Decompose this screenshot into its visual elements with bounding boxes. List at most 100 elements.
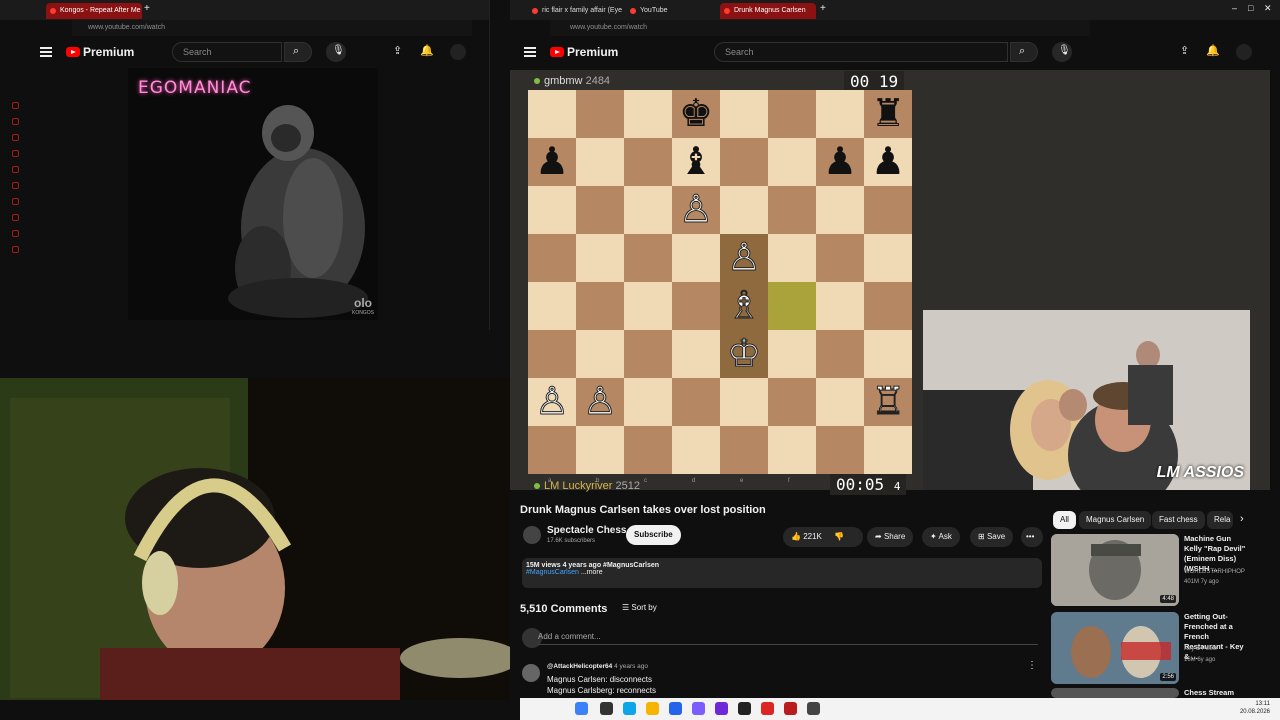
sidebar-icon[interactable] [12,102,19,109]
square-f1[interactable] [768,426,816,474]
sort-button[interactable]: ☰ Sort by [622,603,657,612]
more-link[interactable]: ...more [581,569,603,576]
square-a5[interactable] [528,234,576,282]
square-c3[interactable] [624,330,672,378]
commenter-avatar[interactable] [522,664,540,682]
description-box[interactable]: 15M views 4 years ago #MagnusCarlsen #Ma… [522,558,1042,588]
square-b4[interactable] [576,282,624,330]
square-h3[interactable] [864,330,912,378]
square-h6[interactable] [864,186,912,234]
avatar[interactable] [450,44,466,60]
like-icon[interactable]: 👍 [791,532,801,541]
chip-rela[interactable]: Rela [1207,511,1233,529]
chip-all[interactable]: All [1053,511,1076,529]
comment-author[interactable]: @AttackHelicopter64 4 years ago [547,663,648,670]
like-count[interactable]: 221K [803,532,822,541]
create-icon[interactable]: ⇪ [393,44,402,57]
opera-gx-icon[interactable] [784,702,797,715]
chess-piece-b2[interactable]: ♙ [576,378,624,426]
hamburger-menu-icon[interactable] [524,47,536,57]
square-g1[interactable] [816,426,864,474]
square-c6[interactable] [624,186,672,234]
hamburger-menu-icon[interactable] [40,47,52,57]
square-d5[interactable] [672,234,720,282]
channel-avatar[interactable] [523,526,541,544]
chip-fast-chess[interactable]: Fast chess [1152,511,1205,529]
clock[interactable]: 13:11 20.08.2026 [1240,700,1270,716]
square-f5[interactable] [768,234,816,282]
address-bar[interactable]: www.youtube.com/watch [72,20,472,36]
square-d4[interactable] [672,282,720,330]
square-b6[interactable] [576,186,624,234]
create-icon[interactable]: ⇪ [1180,44,1189,57]
recommendation-2[interactable]: 2:56 Getting Out-Frenched at a French Re… [1051,612,1251,686]
minimize-icon[interactable]: – [1232,3,1237,13]
sidebar-icon[interactable] [12,118,19,125]
recommendation-1[interactable]: 4:48 Machine Gun Kelly "Rap Devil" (Emin… [1051,534,1251,608]
rec-thumbnail[interactable]: 4:48 [1051,534,1179,606]
chess-piece-d6[interactable]: ♙ [672,186,720,234]
rec-thumbnail[interactable] [1051,688,1179,698]
address-bar[interactable]: www.youtube.com/watch [550,20,1090,36]
chess-piece-a2[interactable]: ♙ [528,378,576,426]
sidebar-icon[interactable] [12,198,19,205]
square-a6[interactable] [528,186,576,234]
square-g4[interactable] [816,282,864,330]
youtube-logo[interactable]: Premium [66,45,134,59]
share-button[interactable]: ➦ Share [867,527,914,547]
square-d3[interactable] [672,330,720,378]
square-e6[interactable] [720,186,768,234]
chess-piece-d7[interactable]: ♝ [672,138,720,186]
recommendation-3[interactable]: Chess Stream [1051,688,1251,698]
chess-piece-e4[interactable]: ♗ [720,282,768,330]
search-button[interactable]: ⌕ [1010,42,1038,62]
chess-piece-h8[interactable]: ♜ [864,90,912,138]
square-f7[interactable] [768,138,816,186]
tab-ric-flair[interactable]: ric flair x family affair (Eye [528,3,624,19]
rec-title[interactable]: Getting Out-Frenched at a French Restaur… [1184,612,1250,662]
save-button[interactable]: ⊞ Save [970,527,1014,547]
sidebar-icon[interactable] [12,150,19,157]
sidebar-icon[interactable] [12,214,19,221]
square-a1[interactable] [528,426,576,474]
chess-piece-h2[interactable]: ♖ [864,378,912,426]
square-f2[interactable] [768,378,816,426]
maximize-icon[interactable]: □ [1248,3,1253,13]
square-f6[interactable] [768,186,816,234]
app-icon[interactable] [807,702,820,715]
bell-icon[interactable]: 🔔 [1206,44,1220,57]
add-comment-input[interactable]: Add a comment... [538,632,1038,645]
chip-magnus-carlsen[interactable]: Magnus Carlsen [1079,511,1152,529]
folder-icon[interactable] [646,702,659,715]
chevron-right-icon[interactable]: › [1240,513,1244,525]
square-e8[interactable] [720,90,768,138]
terminal-icon[interactable] [600,702,613,715]
app-icon[interactable] [738,702,751,715]
sidebar-icon[interactable] [12,182,19,189]
new-tab-icon[interactable]: + [820,3,826,14]
square-f4[interactable] [768,282,816,330]
chess-piece-h7[interactable]: ♟ [864,138,912,186]
square-g8[interactable] [816,90,864,138]
youtube-logo[interactable]: Premium [550,45,618,59]
chess-piece-g7[interactable]: ♟ [816,138,864,186]
square-h1[interactable] [864,426,912,474]
windows-start-icon[interactable] [575,702,588,715]
square-b7[interactable] [576,138,624,186]
chess-piece-a7[interactable]: ♟ [528,138,576,186]
square-c7[interactable] [624,138,672,186]
comment-menu-icon[interactable]: ⋮ [1027,660,1037,671]
sidebar-icon[interactable] [12,246,19,253]
square-e7[interactable] [720,138,768,186]
chess-piece-e5[interactable]: ♙ [720,234,768,282]
subscribe-button[interactable]: Subscribe [626,525,681,545]
edge-icon[interactable] [623,702,636,715]
sidebar-icon[interactable] [12,166,19,173]
square-b1[interactable] [576,426,624,474]
square-b5[interactable] [576,234,624,282]
search-button[interactable]: ⌕ [284,42,312,62]
square-g2[interactable] [816,378,864,426]
square-a4[interactable] [528,282,576,330]
more-actions-button[interactable]: ••• [1021,527,1043,547]
square-a8[interactable] [528,90,576,138]
